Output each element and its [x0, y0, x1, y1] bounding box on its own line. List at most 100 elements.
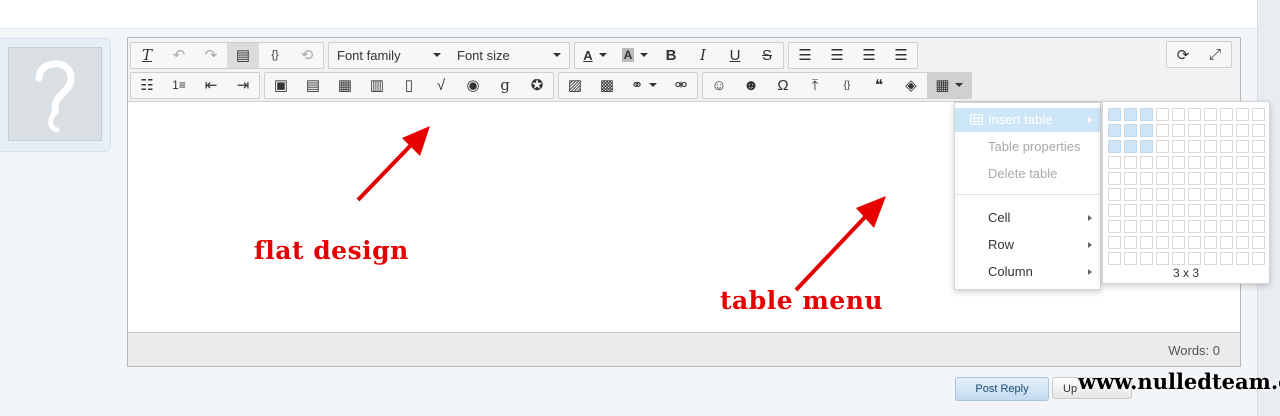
bold-button[interactable]: B [655, 43, 687, 68]
table-grid-cell[interactable] [1204, 220, 1217, 233]
table-grid-cell[interactable] [1108, 124, 1121, 137]
menu-item-column[interactable]: Column [955, 260, 1100, 284]
spoiler-button[interactable]: ◉ [457, 73, 489, 98]
table-grid-cell[interactable] [1188, 204, 1201, 217]
table-grid-cell[interactable] [1188, 220, 1201, 233]
table-grid-cell[interactable] [1252, 252, 1265, 265]
shutter-button[interactable]: ✪ [521, 73, 553, 98]
table-grid-cell[interactable] [1220, 156, 1233, 169]
template-button[interactable]: ▤ [297, 73, 329, 98]
page-button[interactable]: ▯ [393, 73, 425, 98]
font-size-select[interactable]: Font size [449, 43, 569, 68]
table-grid-cell[interactable] [1156, 140, 1169, 153]
table-grid-cell[interactable] [1204, 140, 1217, 153]
strikethrough-button[interactable]: S [751, 43, 783, 68]
table-grid-cell[interactable] [1236, 156, 1249, 169]
table-grid-cell[interactable] [1188, 252, 1201, 265]
table-grid-cell[interactable] [1188, 124, 1201, 137]
table-grid-cell[interactable] [1252, 140, 1265, 153]
table-grid-cell[interactable] [1124, 140, 1137, 153]
paste-button[interactable]: ▤ [227, 42, 259, 68]
table-grid-cell[interactable] [1236, 252, 1249, 265]
emoticons-button[interactable]: ☺ [703, 73, 735, 98]
table-grid-cell[interactable] [1204, 236, 1217, 249]
table-grid-cell[interactable] [1108, 204, 1121, 217]
redo-button[interactable]: ↷ [195, 43, 227, 68]
align-right-button[interactable]: ☰ [853, 43, 885, 68]
mask-button[interactable]: ◈ [895, 73, 927, 98]
align-left-button[interactable]: ☰ [789, 43, 821, 68]
math-button[interactable]: √ [425, 73, 457, 98]
align-center-button[interactable]: ☰ [821, 43, 853, 68]
table-grid-cell[interactable] [1252, 204, 1265, 217]
table-grid-cell[interactable] [1204, 188, 1217, 201]
table-grid-cell[interactable] [1108, 172, 1121, 185]
table-grid-cell[interactable] [1220, 108, 1233, 121]
table-grid-cell[interactable] [1172, 236, 1185, 249]
post-reply-button[interactable]: Post Reply [955, 377, 1049, 401]
menu-item-delete-table[interactable]: Delete table [955, 162, 1100, 186]
table-grid-cell[interactable] [1220, 220, 1233, 233]
toggle-editor-button[interactable]: ⟳ [1167, 42, 1199, 67]
table-grid-cell[interactable] [1220, 188, 1233, 201]
table-grid-cell[interactable] [1124, 204, 1137, 217]
table-grid-cell[interactable] [1156, 252, 1169, 265]
table-grid-cell[interactable] [1108, 252, 1121, 265]
menu-item-row[interactable]: Row [955, 233, 1100, 257]
table-grid-cell[interactable] [1156, 124, 1169, 137]
table-grid-cell[interactable] [1140, 220, 1153, 233]
columns-button[interactable]: ▥ [361, 73, 393, 98]
table-grid-cell[interactable] [1172, 252, 1185, 265]
table-grid-cell[interactable] [1172, 172, 1185, 185]
table-grid-cell[interactable] [1204, 124, 1217, 137]
table-grid-cell[interactable] [1188, 156, 1201, 169]
quote-button[interactable]: ❝ [863, 73, 895, 98]
insert-link-button[interactable]: ⚭ [623, 73, 665, 98]
underline-button[interactable]: U [719, 43, 751, 68]
table-grid-cell[interactable] [1140, 188, 1153, 201]
table-grid-cell[interactable] [1124, 252, 1137, 265]
table-grid-cell[interactable] [1124, 124, 1137, 137]
table-grid-cell[interactable] [1236, 108, 1249, 121]
italic-button[interactable]: I [687, 43, 719, 68]
table-grid-cell[interactable] [1156, 236, 1169, 249]
table-grid-cell[interactable] [1172, 140, 1185, 153]
google-button[interactable]: g [489, 73, 521, 98]
menu-item-table-properties[interactable]: Table properties [955, 135, 1100, 159]
table-grid-cell[interactable] [1252, 172, 1265, 185]
font-family-select[interactable]: Font family [329, 43, 449, 68]
table-grid-cell[interactable] [1188, 140, 1201, 153]
table-grid-cell[interactable] [1236, 188, 1249, 201]
table-grid-cell[interactable] [1252, 236, 1265, 249]
table-grid-cell[interactable] [1236, 236, 1249, 249]
table-grid-cell[interactable] [1108, 156, 1121, 169]
table-grid-cell[interactable] [1156, 220, 1169, 233]
table-grid-cell[interactable] [1172, 188, 1185, 201]
table-grid-cell[interactable] [1124, 236, 1137, 249]
source-code-button[interactable]: {} [259, 43, 291, 68]
table-grid-cell[interactable] [1220, 236, 1233, 249]
table-grid-cell[interactable] [1124, 108, 1137, 121]
table-grid-cell[interactable] [1108, 220, 1121, 233]
special-char-button[interactable]: Ω [767, 73, 799, 98]
outdent-button[interactable]: ⇤ [195, 73, 227, 98]
table-grid-cell[interactable] [1156, 204, 1169, 217]
table-grid-cell[interactable] [1236, 124, 1249, 137]
table-grid-cell[interactable] [1140, 108, 1153, 121]
table-grid-cell[interactable] [1140, 252, 1153, 265]
table-grid-cell[interactable] [1220, 172, 1233, 185]
clear-formatting-button[interactable]: T [131, 43, 163, 68]
table-grid-cell[interactable] [1140, 172, 1153, 185]
table-grid-cell[interactable] [1252, 188, 1265, 201]
table-grid-cell[interactable] [1156, 172, 1169, 185]
table-button[interactable]: ▦ [927, 72, 971, 98]
align-justify-button[interactable]: ☰ [885, 43, 917, 68]
text-color-button[interactable]: A [575, 43, 615, 68]
table-grid-cell[interactable] [1204, 172, 1217, 185]
table-grid-cell[interactable] [1236, 172, 1249, 185]
restore-draft-button[interactable]: ⟲ [291, 43, 323, 68]
menu-item-insert-table[interactable]: Insert table [955, 108, 1100, 132]
table-grid-cell[interactable] [1172, 204, 1185, 217]
table-grid-cell[interactable] [1188, 108, 1201, 121]
insert-media-button[interactable]: ▩ [591, 73, 623, 98]
